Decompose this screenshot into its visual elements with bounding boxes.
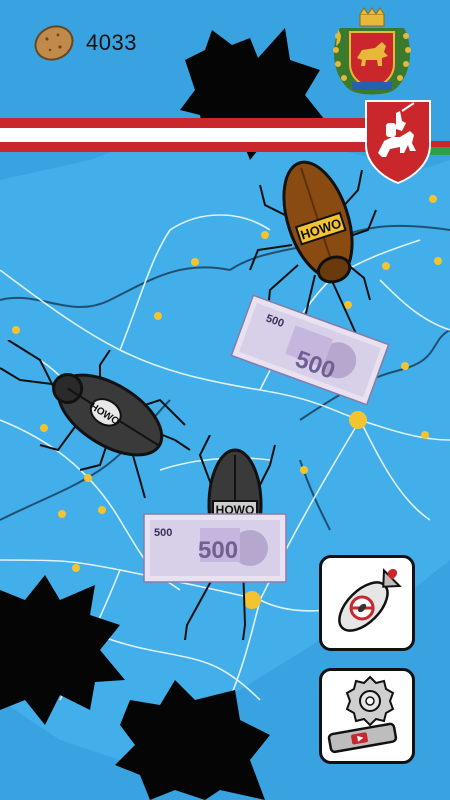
circular-saw-icon	[327, 675, 398, 754]
score-display: 4033	[32, 20, 137, 66]
flag-stripe-white	[0, 128, 372, 142]
banknote-big-denomination: 500	[198, 537, 238, 564]
banknote[interactable]: 500 500	[140, 510, 290, 586]
regional-coat-of-arms	[333, 7, 411, 95]
hole-left	[0, 575, 125, 725]
bomb-ability-button[interactable]	[319, 555, 415, 651]
banknote[interactable]: 500 500	[230, 290, 390, 410]
potato-coin-icon	[34, 25, 74, 61]
score-value: 4033	[86, 30, 137, 55]
game-stage[interactable]: 4033 HOWO HOWO HOWO 500 500 500 500	[0, 0, 450, 800]
banknote-denomination: 500	[154, 527, 172, 539]
bomb-icon	[338, 568, 402, 632]
flag-stripe-red-top	[0, 118, 372, 128]
hole-bottom	[115, 680, 270, 800]
saw-ability-button[interactable]	[319, 668, 415, 764]
cockroach[interactable]: HOWO	[0, 340, 200, 500]
